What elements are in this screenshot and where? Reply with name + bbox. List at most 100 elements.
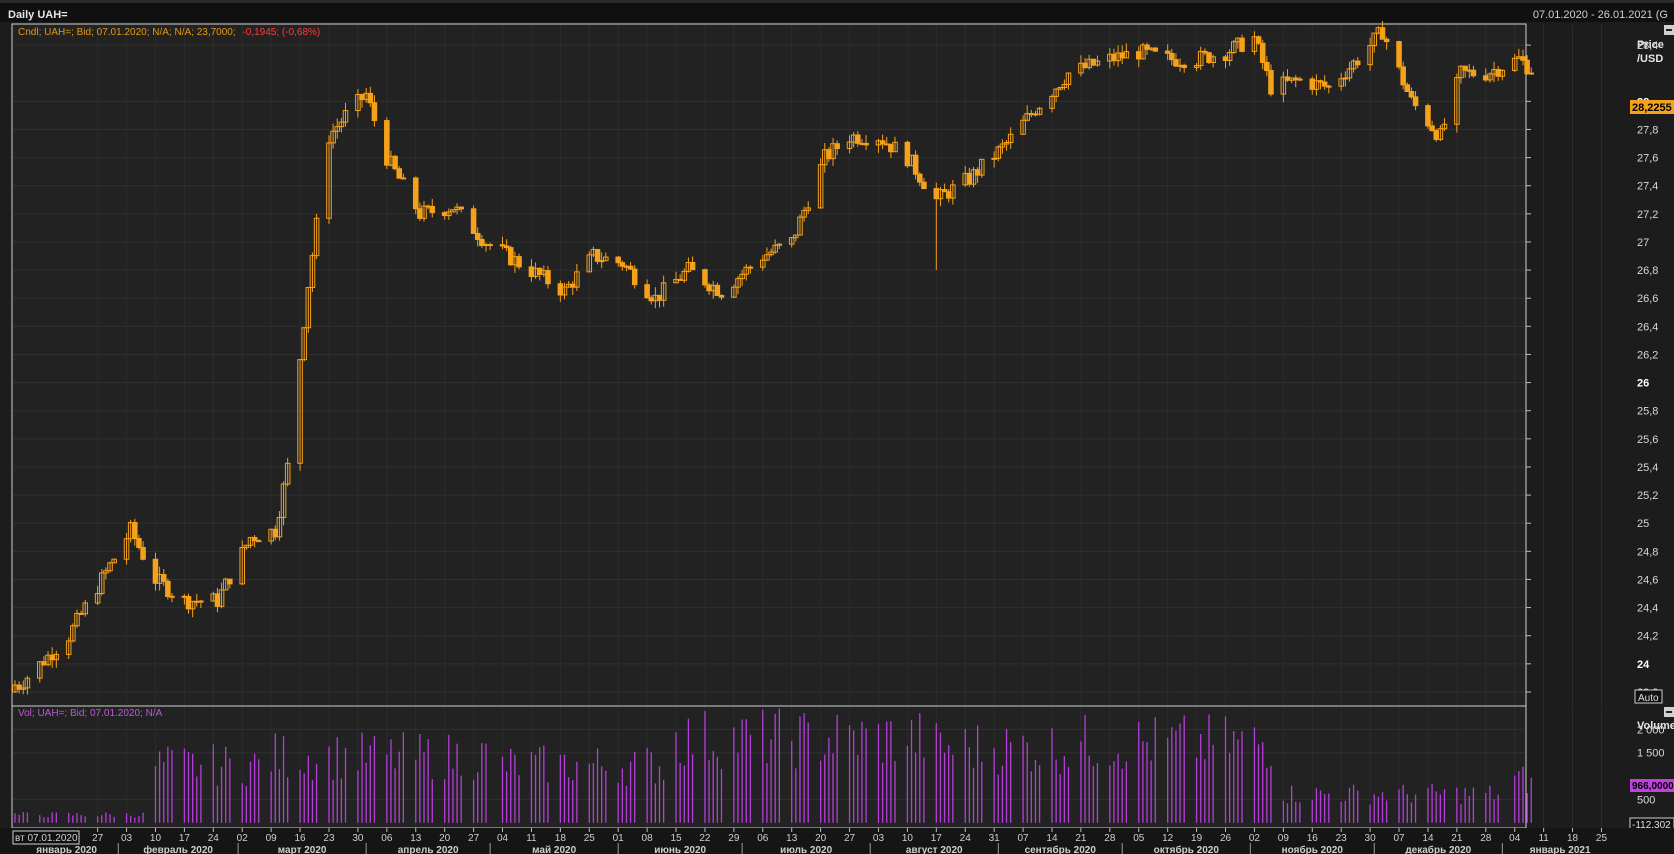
x-tick-label: 31 (989, 833, 1001, 844)
month-label: июнь 2020 (654, 845, 706, 854)
price-axis-unit: /USD (1637, 53, 1663, 65)
x-tick-label: 18 (1567, 833, 1579, 844)
chart-canvas[interactable]: Cndl; UAH=; Bid; 07.01.2020; N/A; N/A; 2… (0, 0, 1674, 854)
x-tick-label: 16 (295, 833, 307, 844)
first-date-box[interactable]: вт 07.01.2020 (12, 830, 80, 845)
candle (470, 205, 477, 234)
x-tick-label: 09 (266, 833, 278, 844)
volume-tick-label: 1 500 (1637, 748, 1665, 760)
price-tick-label: 27,2 (1637, 209, 1658, 221)
price-tick-label: 27,4 (1637, 181, 1658, 193)
x-tick-label: 15 (670, 833, 682, 844)
volume-axis[interactable]: Volume 2 0001 500500 (1637, 720, 1674, 806)
price-tick-label: 28,4 (1637, 40, 1658, 52)
price-tick-label: 26,4 (1637, 321, 1658, 333)
last-volume-badge: 966,0000 (1630, 779, 1674, 792)
x-tick-label: 17 (179, 833, 191, 844)
x-tick-label: 03 (121, 833, 133, 844)
auto-scale-button[interactable]: Auto (1634, 689, 1663, 704)
price-tick-label: 25,6 (1637, 434, 1658, 446)
x-tick-label: 23 (323, 833, 335, 844)
price-tick-label: 26,2 (1637, 349, 1658, 361)
x-tick-label: 02 (1249, 833, 1261, 844)
volume-tick-label: 500 (1637, 794, 1655, 806)
price-info-prefix: Cndl; UAH=; Bid; 07.01.2020; N/A; N/A; 2… (18, 27, 236, 38)
x-tick-label: 03 (873, 833, 885, 844)
x-tick-label: 21 (1075, 833, 1087, 844)
price-tick-label: 25 (1637, 518, 1649, 530)
month-label: май 2020 (532, 845, 576, 854)
x-tick-label: 06 (381, 833, 393, 844)
price-tick-label: 24,6 (1637, 574, 1658, 586)
price-info-change: -0,1945; (-0,68%) (242, 27, 320, 38)
x-tick-label: 28 (1104, 833, 1116, 844)
x-tick-label: 27 (92, 833, 104, 844)
x-tick-label: 16 (1307, 833, 1319, 844)
candle (392, 154, 398, 171)
x-tick-label: 20 (439, 833, 451, 844)
x-tick-label: 28 (1480, 833, 1492, 844)
chart-window: Daily UAH= 07.01.2020 - 26.01.2021 (G Cn… (0, 0, 1674, 854)
x-tick-label: 13 (410, 833, 422, 844)
x-tick-label: 19 (1191, 833, 1203, 844)
price-tick-label: 27,6 (1637, 153, 1658, 165)
price-tick-label: 25,4 (1637, 462, 1658, 474)
x-tick-label: 01 (613, 833, 625, 844)
price-info: Cndl; UAH=; Bid; 07.01.2020; N/A; N/A; 2… (18, 27, 320, 38)
x-tick-label: 11 (1538, 833, 1549, 844)
auto-scale-label: Auto (1638, 693, 1659, 704)
price-tick-label: 26,8 (1637, 265, 1658, 277)
month-label: январь 2020 (36, 845, 97, 854)
price-tick-label: 24,2 (1637, 631, 1658, 643)
last-price-badge: 28,2255 (1630, 100, 1674, 114)
price-panel[interactable] (11, 23, 1527, 707)
x-tick-label: 24 (208, 833, 220, 844)
month-label: октябрь 2020 (1154, 844, 1220, 854)
volume-toggle-icon[interactable] (1664, 707, 1674, 717)
month-label: август 2020 (906, 845, 963, 854)
x-tick-label: 04 (1509, 833, 1521, 844)
x-tick-label: 23 (1336, 833, 1348, 844)
x-tick-label: 29 (728, 833, 740, 844)
month-label: сентябрь 2020 (1025, 844, 1097, 854)
x-tick-label: 11 (526, 833, 537, 844)
x-tick-label: 27 (468, 833, 480, 844)
volume-info: Vol; UAH=; Bid; 07.01.2020; N/A (18, 708, 163, 719)
x-tick-label: 06 (757, 833, 769, 844)
x-tick-label: 30 (1365, 833, 1377, 844)
price-tick-label: 25,8 (1637, 406, 1658, 418)
x-tick-label: 02 (237, 833, 249, 844)
candle (1152, 46, 1159, 53)
first-date-label: вт 07.01.2020 (15, 833, 78, 844)
x-tick-label: 18 (555, 833, 567, 844)
price-tick-label: 25,2 (1637, 490, 1658, 502)
x-tick-label: 10 (150, 833, 162, 844)
x-tick-label: 17 (931, 833, 943, 844)
x-tick-label: 21 (1451, 833, 1463, 844)
volume-panel[interactable] (11, 705, 1527, 829)
last-volume-label: 966,0000 (1632, 781, 1674, 792)
volume-tick-label: 2 000 (1637, 724, 1665, 736)
month-label: ноябрь 2020 (1282, 844, 1344, 854)
x-tick-label: 07 (1018, 833, 1030, 844)
candle (1425, 103, 1431, 130)
x-tick-label: 22 (699, 833, 711, 844)
panel-toggle-icon[interactable] (1664, 25, 1674, 35)
price-tick-label: 24 (1637, 659, 1650, 671)
x-tick-label: 20 (815, 833, 827, 844)
x-tick-label: 09 (1278, 833, 1290, 844)
month-label: апрель 2020 (398, 845, 459, 854)
x-tick-label: 12 (1162, 833, 1174, 844)
price-tick-label: 27 (1637, 237, 1649, 249)
x-tick-label: 13 (786, 833, 798, 844)
x-tick-label: 14 (1046, 833, 1058, 844)
x-tick-label: 07 (1393, 833, 1405, 844)
price-tick-label: 26,6 (1637, 293, 1658, 305)
x-tick-label: 25 (584, 833, 596, 844)
price-tick-label: 26 (1637, 378, 1649, 390)
x-tick-label: 25 (1596, 833, 1608, 844)
x-tick-label: 04 (497, 833, 509, 844)
month-label: июль 2020 (780, 845, 832, 854)
price-axis[interactable]: Price /USD 28,42827,827,627,427,22726,82… (1526, 39, 1664, 699)
last-price-label: 28,2255 (1632, 102, 1672, 114)
